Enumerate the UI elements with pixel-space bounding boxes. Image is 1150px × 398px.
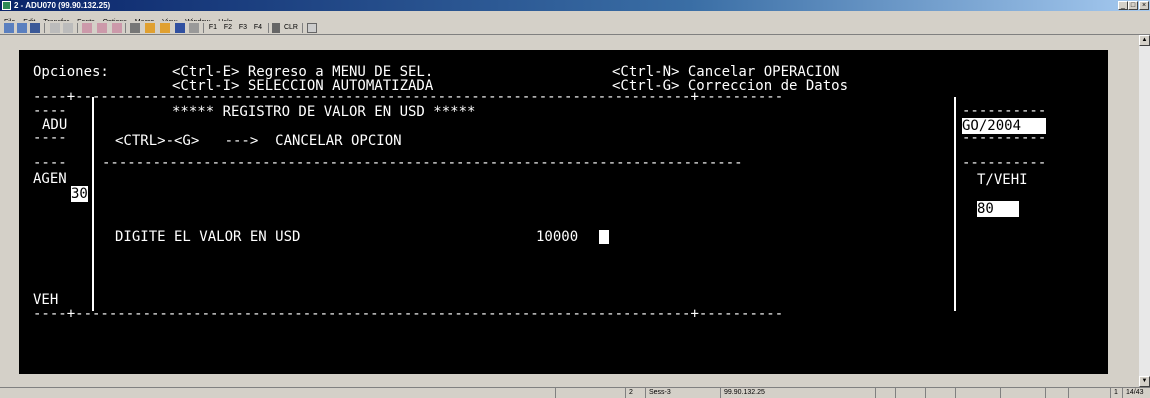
clr-button[interactable]: CLR — [283, 23, 299, 33]
status-page-number: 1 — [1110, 388, 1122, 398]
receive-file-icon[interactable] — [160, 23, 170, 33]
font-smaller-icon[interactable] — [97, 23, 107, 33]
terminal-screen[interactable]: Opciones: <Ctrl-E> Regreso a MENU DE SEL… — [19, 50, 1108, 374]
status-cell-empty-8 — [1068, 388, 1088, 398]
f2-button[interactable]: F2 — [222, 23, 234, 33]
help-pointer-icon[interactable] — [175, 23, 185, 33]
border-right-2: ---------- — [962, 130, 1047, 146]
top-margin — [19, 35, 1108, 50]
save-icon[interactable] — [30, 23, 40, 33]
f1-button[interactable]: F1 — [207, 23, 219, 33]
status-cell-empty-3 — [895, 388, 925, 398]
status-cell-empty-6 — [1000, 388, 1045, 398]
hand-icon[interactable] — [307, 23, 317, 33]
copy-icon[interactable] — [50, 23, 60, 33]
bottom-border: ----+-----------------------------------… — [33, 306, 784, 322]
trash-icon[interactable] — [272, 23, 280, 33]
f3-button[interactable]: F3 — [237, 23, 249, 33]
title-bar: 2 - ADU070 (99.90.132.25) _ □ × — [0, 0, 1150, 11]
f4-button[interactable]: F4 — [252, 23, 264, 33]
tvehi-field[interactable]: 80 — [977, 201, 1019, 217]
bottom-margin — [19, 374, 1108, 387]
close-button[interactable]: × — [1139, 1, 1149, 10]
right-divider — [954, 97, 956, 311]
vertical-scrollbar[interactable]: ▲ ▼ — [1139, 35, 1150, 387]
left-margin — [0, 35, 19, 387]
toolbar: F1 F2 F3 F4 CLR — [0, 21, 1150, 35]
border-left-3: ---- — [33, 155, 67, 171]
print-icon[interactable] — [130, 23, 140, 33]
scroll-up-icon[interactable]: ▲ — [1139, 35, 1150, 46]
usd-amount-input[interactable]: 10000 — [536, 229, 578, 245]
cancel-hint: <CTRL>-<G> ---> CANCELAR OPCION — [115, 133, 402, 149]
disconnect-icon[interactable] — [17, 23, 27, 33]
border-right-3: ---------- — [962, 155, 1047, 171]
left-divider — [92, 97, 94, 311]
scroll-down-icon[interactable]: ▼ — [1139, 376, 1150, 387]
agen-field[interactable]: 30 — [71, 186, 88, 202]
connect-icon[interactable] — [4, 23, 14, 33]
status-bar: 2 Sess-3 99.90.132.25 1 14/43 — [0, 387, 1150, 398]
font-size-icon[interactable] — [82, 23, 92, 33]
tvehi-label: T/VEHI — [977, 172, 1028, 188]
usd-prompt: DIGITE EL VALOR EN USD — [115, 229, 301, 245]
stop-icon[interactable] — [189, 23, 199, 33]
text-cursor — [599, 230, 609, 244]
status-session-number: 2 — [625, 388, 645, 398]
font-larger-icon[interactable] — [112, 23, 122, 33]
status-host: 99.90.132.25 — [720, 388, 875, 398]
window-title: 2 - ADU070 (99.90.132.25) — [14, 1, 111, 10]
mid-border: ----------------------------------------… — [102, 155, 743, 171]
status-cell-empty-2 — [875, 388, 895, 398]
status-position: 14/43 — [1122, 388, 1150, 398]
status-cell-empty-5 — [955, 388, 1000, 398]
send-file-icon[interactable] — [145, 23, 155, 33]
top-border: ----+-----------------------------------… — [33, 89, 784, 105]
minimize-button[interactable]: _ — [1118, 1, 1128, 10]
agen-label: AGEN — [33, 171, 67, 187]
screen-header: ***** REGISTRO DE VALOR EN USD ***** — [172, 104, 476, 120]
status-session: Sess-3 — [645, 388, 720, 398]
border-left-2: ---- — [33, 130, 67, 146]
status-cell-empty-1 — [555, 388, 625, 398]
border-right-1: ---------- — [962, 103, 1047, 119]
app-icon — [2, 1, 11, 10]
opciones-label: Opciones: — [33, 64, 109, 80]
paste-icon[interactable] — [63, 23, 73, 33]
status-cell-empty-7 — [1045, 388, 1068, 398]
right-margin — [1108, 35, 1139, 387]
status-cell-empty-4 — [925, 388, 955, 398]
maximize-button[interactable]: □ — [1128, 1, 1138, 10]
menu-bar: FileEditTransferFontsOptionsMacroViewWin… — [0, 11, 1150, 26]
